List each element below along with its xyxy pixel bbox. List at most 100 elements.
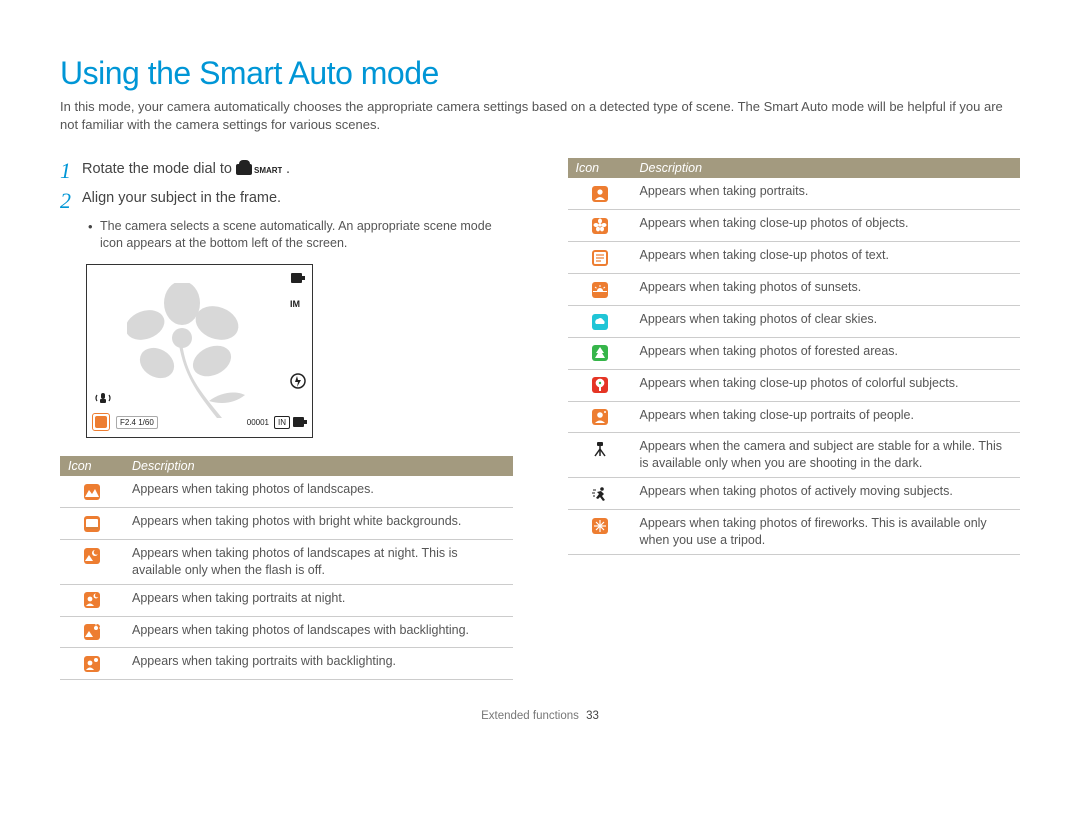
page-footer: Extended functions 33: [60, 710, 1020, 722]
macro-icon: [592, 218, 608, 234]
scene-description: Appears when taking close-up portraits o…: [632, 401, 1021, 433]
fireworks-icon: [592, 518, 608, 534]
left-column: 1 Rotate the mode dial to SMART . 2 Al: [60, 158, 513, 680]
macro-color-icon: [592, 377, 608, 393]
backlight-land-icon: [84, 624, 100, 640]
scene-icon-cell: [60, 584, 124, 616]
table-row: Appears when taking photos of actively m…: [568, 478, 1021, 510]
scene-icon-cell: [60, 648, 124, 680]
forest-icon: [592, 345, 608, 361]
scene-description: Appears when taking photos of landscapes…: [124, 476, 513, 507]
battery-icon: [291, 273, 305, 283]
scene-description: Appears when taking photos with bright w…: [124, 508, 513, 540]
footer-section-label: Extended functions: [481, 710, 579, 722]
th-description: Description: [124, 456, 513, 476]
th-description: Description: [632, 158, 1021, 178]
scene-icon-cell: [568, 337, 632, 369]
scene-description: Appears when taking photos of forested a…: [632, 337, 1021, 369]
th-icon: Icon: [568, 158, 632, 178]
macro-icon: [95, 416, 107, 428]
two-column-layout: 1 Rotate the mode dial to SMART . 2 Al: [60, 158, 1020, 680]
portrait-icon: [592, 186, 608, 202]
battery-full-icon: [293, 417, 307, 427]
scene-description: Appears when taking close-up photos of t…: [632, 242, 1021, 274]
scene-description: Appears when taking portraits with backl…: [124, 648, 513, 680]
scene-icon-cell: [568, 433, 632, 478]
scene-description: Appears when taking portraits at night.: [124, 584, 513, 616]
table-row: Appears when taking photos of clear skie…: [568, 305, 1021, 337]
scene-description: Appears when taking photos of landscapes…: [124, 539, 513, 584]
table-row: Appears when taking portraits at night.: [60, 584, 513, 616]
scene-icon-cell: [568, 210, 632, 242]
scene-description: Appears when taking close-up photos of o…: [632, 210, 1021, 242]
table-row: Appears when taking close-up portraits o…: [568, 401, 1021, 433]
sky-icon: [592, 314, 608, 330]
tripod-icon: [592, 441, 608, 457]
action-icon: [592, 486, 608, 502]
flower-silhouette-icon: [127, 283, 277, 423]
im-label-icon: IM: [290, 297, 306, 309]
th-icon: Icon: [60, 456, 124, 476]
exposure-readout: F2.4 1/60: [116, 416, 158, 429]
memory-in-icon: IN: [274, 416, 290, 429]
night-land-icon: [84, 548, 100, 564]
scene-description: Appears when taking photos of landscapes…: [124, 616, 513, 648]
bullet-marker: •: [88, 218, 100, 252]
step-2-bullet: • The camera selects a scene automatical…: [88, 218, 513, 252]
step-1-number: 1: [60, 158, 82, 182]
landscape-icon: [84, 484, 100, 500]
scene-description: Appears when taking close-up photos of c…: [632, 369, 1021, 401]
step-1-text-b: .: [286, 161, 290, 177]
table-row: Appears when taking close-up photos of o…: [568, 210, 1021, 242]
close-portrait-icon: [592, 409, 608, 425]
table-row: Appears when taking photos of landscapes…: [60, 616, 513, 648]
scene-description: Appears when taking photos of fireworks.…: [632, 510, 1021, 555]
scene-icon-table-left: Icon Description Appears when taking pho…: [60, 456, 513, 680]
scene-description: Appears when taking photos of sunsets.: [632, 274, 1021, 306]
step-2-bullet-text: The camera selects a scene automatically…: [100, 218, 513, 252]
table-row: Appears when taking close-up photos of t…: [568, 242, 1021, 274]
anti-shake-icon: [95, 390, 111, 409]
scene-description: Appears when the camera and subject are …: [632, 433, 1021, 478]
table-row: Appears when taking photos of landscapes…: [60, 539, 513, 584]
night-portrait-icon: [84, 592, 100, 608]
scene-icon-cell: [60, 508, 124, 540]
scene-icon-cell: [60, 616, 124, 648]
scene-icon-cell: [568, 510, 632, 555]
step-2: 2 Align your subject in the frame.: [60, 188, 513, 212]
selected-scene-highlight: [92, 413, 110, 431]
table-row: Appears when taking photos of sunsets.: [568, 274, 1021, 306]
scene-icon-cell: [568, 478, 632, 510]
scene-description: Appears when taking portraits.: [632, 178, 1021, 209]
step-1-text: Rotate the mode dial to SMART .: [82, 158, 290, 177]
table-row: Appears when taking close-up photos of c…: [568, 369, 1021, 401]
table-row: Appears when taking photos of landscapes…: [60, 476, 513, 507]
table-row: Appears when taking photos with bright w…: [60, 508, 513, 540]
scene-icon-cell: [60, 476, 124, 507]
step-1-text-a: Rotate the mode dial to: [82, 161, 236, 177]
scene-icon-cell: [60, 539, 124, 584]
manual-page: Using the Smart Auto mode In this mode, …: [0, 0, 1080, 742]
footer-page-number: 33: [586, 710, 599, 722]
step-1: 1 Rotate the mode dial to SMART .: [60, 158, 513, 182]
svg-text:IM: IM: [290, 299, 300, 309]
macro-text-icon: [592, 250, 608, 266]
scene-description: Appears when taking photos of clear skie…: [632, 305, 1021, 337]
right-column: Icon Description Appears when taking por…: [568, 158, 1021, 680]
scene-description: Appears when taking photos of actively m…: [632, 478, 1021, 510]
frame-counter: 00001: [247, 418, 269, 427]
smart-label: SMART: [254, 166, 282, 175]
scene-icon-cell: [568, 401, 632, 433]
flash-off-icon: [290, 373, 306, 389]
table-row: Appears when taking photos of forested a…: [568, 337, 1021, 369]
step-2-number: 2: [60, 188, 82, 212]
table-row: Appears when taking photos of fireworks.…: [568, 510, 1021, 555]
scene-icon-cell: [568, 242, 632, 274]
intro-text: In this mode, your camera automatically …: [60, 98, 1020, 134]
backlight-portrait-icon: [84, 656, 100, 672]
table-row: Appears when taking portraits.: [568, 178, 1021, 209]
step-2-text: Align your subject in the frame.: [82, 188, 281, 206]
scene-icon-table-right: Icon Description Appears when taking por…: [568, 158, 1021, 554]
sunset-icon: [592, 282, 608, 298]
lcd-illustration: IM F2.4 1/60 00001 IN: [86, 264, 313, 438]
